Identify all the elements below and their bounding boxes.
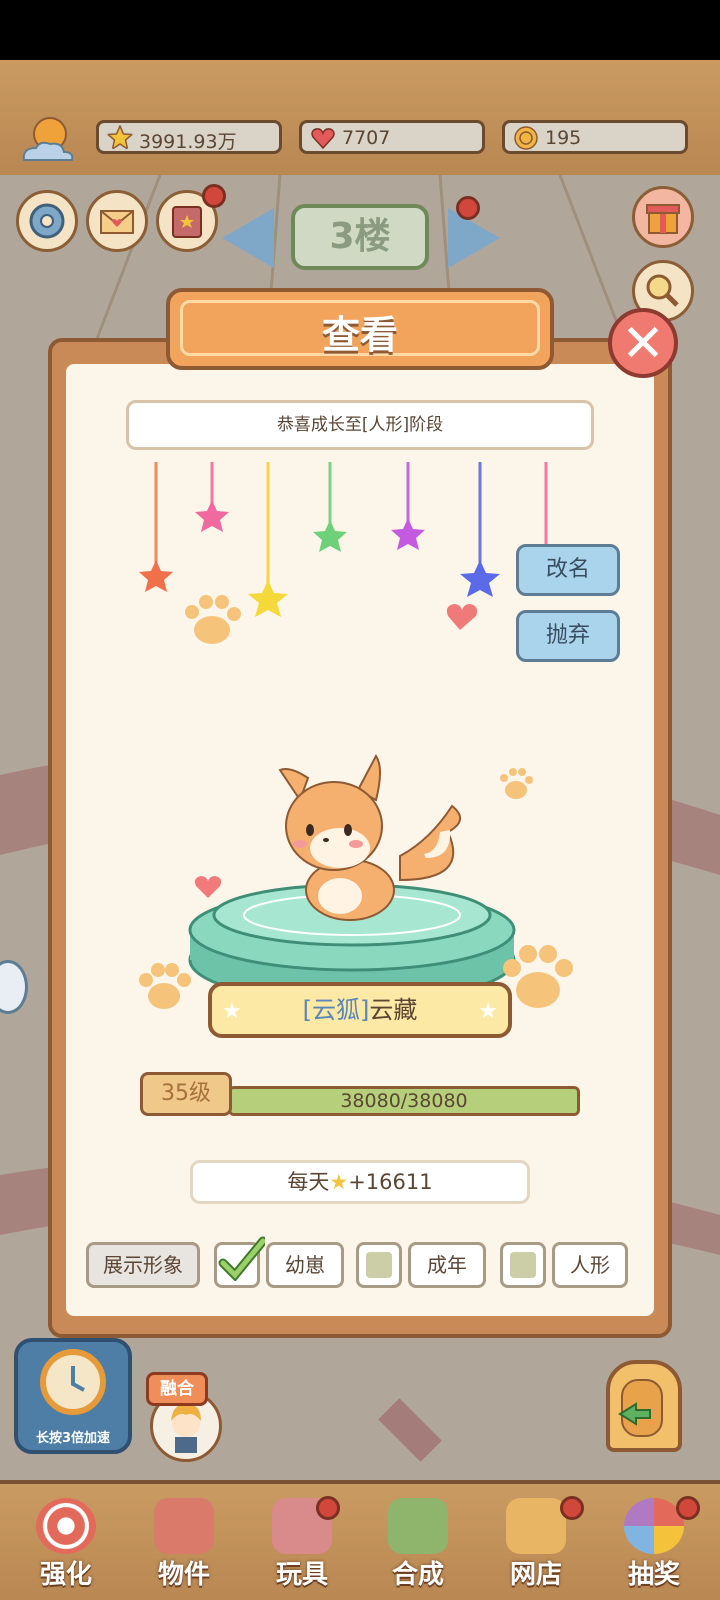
floor-sign: 3楼 bbox=[291, 204, 429, 270]
lottery-notification-dot bbox=[676, 1496, 700, 1520]
exit-door-button[interactable] bbox=[606, 1360, 682, 1452]
stage-button-adult[interactable]: 成年 bbox=[408, 1242, 486, 1288]
floor-label: 3楼 bbox=[329, 216, 391, 257]
level-badge: 35级 bbox=[140, 1072, 232, 1116]
checkmark-icon bbox=[218, 1236, 265, 1281]
stage-button-human[interactable]: 人形 bbox=[552, 1242, 628, 1288]
mail-button[interactable] bbox=[86, 190, 148, 252]
coins-value: 195 bbox=[545, 127, 582, 149]
growth-banner: 恭喜成长至[人形]阶段 bbox=[126, 400, 594, 450]
paw-icon bbox=[500, 768, 533, 799]
dialog-title: 查看 bbox=[321, 313, 398, 357]
star-icon: ★ bbox=[329, 1170, 349, 1194]
cards-icon bbox=[388, 1498, 448, 1554]
lollipop-icon bbox=[36, 1498, 96, 1554]
display-appearance-label: 展示形象 bbox=[86, 1242, 200, 1288]
star-left-icon: ★ bbox=[222, 999, 242, 1024]
xp-text: 38080/38080 bbox=[340, 1090, 468, 1112]
abandon-button[interactable]: 抛弃 bbox=[516, 610, 620, 662]
stars-resource: 3991.93万 bbox=[96, 120, 282, 154]
star-right-icon: ★ bbox=[478, 999, 498, 1024]
stage-button-cub[interactable]: 幼崽 bbox=[266, 1242, 344, 1288]
heart-icon bbox=[194, 876, 222, 898]
gear-icon bbox=[29, 203, 65, 239]
close-icon: ✕ bbox=[621, 314, 665, 374]
nav-enhance[interactable]: 强化 bbox=[16, 1490, 116, 1598]
gift-button[interactable] bbox=[632, 186, 694, 248]
daily-income: 每天★+16611 bbox=[190, 1160, 530, 1204]
wheel-icon bbox=[624, 1498, 684, 1554]
abandon-label: 抛弃 bbox=[545, 623, 590, 648]
game-screen: 3991.93万 7707 195 3楼 查看 ✕ 恭喜成长至[人形]阶段 改名… bbox=[0, 60, 720, 1600]
rename-label: 改名 bbox=[545, 557, 590, 582]
envelope-icon bbox=[100, 210, 134, 234]
shop-notification-dot bbox=[560, 1496, 584, 1520]
heart-icon bbox=[446, 604, 478, 630]
level-label: 35级 bbox=[161, 1081, 211, 1106]
hearts-resource: 7707 bbox=[299, 120, 485, 154]
nav-merge[interactable]: 合成 bbox=[368, 1490, 468, 1598]
top-resource-bar: 3991.93万 7707 195 bbox=[0, 60, 720, 179]
status-bar bbox=[0, 0, 720, 60]
stage-checkbox-adult[interactable] bbox=[356, 1242, 402, 1288]
settings-button[interactable] bbox=[16, 190, 78, 252]
pet-name: 云藏 bbox=[369, 996, 418, 1024]
paw-icon bbox=[185, 595, 241, 644]
income-prefix: 每天 bbox=[287, 1170, 330, 1194]
gift-icon bbox=[646, 204, 680, 234]
prev-floor-arrow[interactable] bbox=[222, 208, 274, 268]
dialog-title-plaque: 查看 bbox=[166, 288, 554, 370]
coin-icon bbox=[514, 126, 538, 150]
heart-icon bbox=[311, 128, 335, 150]
clock-icon bbox=[40, 1349, 106, 1415]
weather-icon[interactable] bbox=[18, 116, 78, 166]
stage-checkbox-human[interactable] bbox=[500, 1242, 546, 1288]
book-notification-dot bbox=[202, 184, 226, 208]
star-decoration-icon bbox=[139, 500, 500, 617]
hearts-value: 7707 bbox=[342, 127, 391, 149]
piano-icon bbox=[154, 1498, 214, 1554]
growth-banner-text: 恭喜成长至[人形]阶段 bbox=[276, 415, 444, 435]
door-icon bbox=[618, 1379, 663, 1437]
pet-species: [云狐] bbox=[302, 996, 370, 1024]
close-button[interactable]: ✕ bbox=[608, 308, 678, 378]
bottom-navigation: 强化 物件 玩具 合成 网店 抽奖 bbox=[0, 1480, 720, 1600]
coins-resource: 195 bbox=[502, 120, 688, 154]
rename-button[interactable]: 改名 bbox=[516, 544, 620, 596]
stage-checkbox-cub[interactable] bbox=[214, 1236, 265, 1288]
floor-notification-dot bbox=[456, 196, 480, 220]
basket-icon bbox=[506, 1498, 566, 1554]
xp-bar: 38080/38080 bbox=[228, 1086, 580, 1116]
merge-tag[interactable]: 融合 bbox=[146, 1372, 208, 1406]
star-icon bbox=[107, 125, 133, 151]
speed-up-button[interactable]: 长按3倍加速 bbox=[14, 1338, 132, 1454]
income-value: +16611 bbox=[348, 1170, 433, 1194]
speed-up-label: 长按3倍加速 bbox=[35, 1431, 111, 1446]
stars-value: 3991.93万 bbox=[139, 131, 237, 153]
paw-icon bbox=[139, 963, 191, 1009]
nav-items[interactable]: 物件 bbox=[134, 1490, 234, 1598]
toys-notification-dot bbox=[316, 1496, 340, 1520]
pet-name-plate: ★ [云狐]云藏 ★ bbox=[208, 982, 512, 1038]
